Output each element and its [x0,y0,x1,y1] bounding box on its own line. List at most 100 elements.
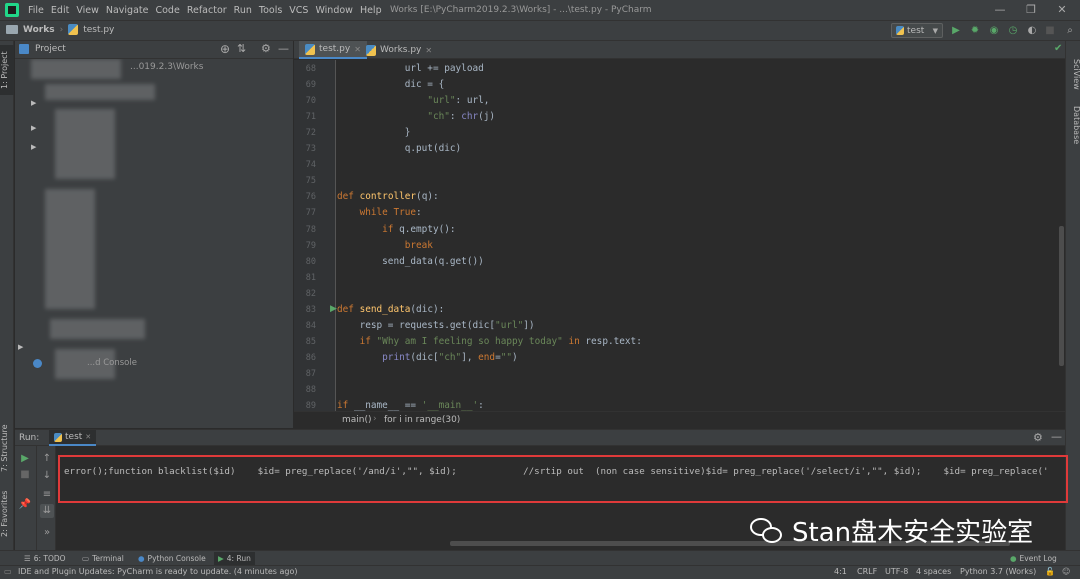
menu-code[interactable]: Code [155,5,179,16]
close-window-button[interactable]: ✕ [1049,2,1075,18]
stop-icon[interactable]: ■ [18,468,32,482]
scroll-to-end-icon[interactable]: ⇊ [40,504,54,518]
tab-run[interactable]: ▶ 4: Run [214,552,255,565]
python-interpreter[interactable]: Python 3.7 (Works) [960,567,1036,576]
menu-edit[interactable]: Edit [51,5,69,16]
caret-position[interactable]: 4:1 [834,567,847,576]
stop-icon[interactable]: ■ [1043,24,1057,38]
locate-icon[interactable]: ⊕ [220,42,230,56]
tree-expand-icon[interactable]: ▶ [31,99,36,107]
tree-expand-icon[interactable]: ▶ [31,143,36,151]
menu-window[interactable]: Window [315,5,352,16]
rerun-icon[interactable]: ▶ [18,452,32,466]
pin-icon[interactable]: 📌 [18,498,32,512]
structure-tool-tab[interactable]: 7: Structure [0,421,14,476]
menu-vcs[interactable]: VCS [289,5,308,16]
tab-works-py[interactable]: Works.py ✕ [360,41,438,59]
line-separator[interactable]: CRLF [857,567,877,576]
inspector-icon[interactable]: ☺ [1062,567,1070,576]
database-tool-tab[interactable]: Database [1067,106,1080,156]
lock-icon[interactable]: 🔓 [1045,567,1055,576]
profile-icon[interactable]: ◷ [1006,24,1020,38]
title-bar: File Edit View Navigate Code Refactor Ru… [0,0,1080,21]
run-icon[interactable]: ▶ [949,24,963,38]
indent-setting[interactable]: 4 spaces [916,567,951,576]
close-icon[interactable]: ✕ [425,46,432,55]
debug-icon[interactable]: ✹ [968,24,982,38]
python-run-icon [54,432,62,442]
line-number: 68 [305,64,316,74]
editor-scrollbar[interactable] [1059,226,1064,366]
inspection-ok-icon[interactable]: ✔ [1054,43,1062,54]
breadcrumb-main[interactable]: main() [342,415,372,425]
pycharm-logo-icon [5,3,19,17]
breadcrumb-project[interactable]: Works [23,25,55,35]
settings-icon[interactable]: ⚙ [261,42,271,55]
menu-refactor[interactable]: Refactor [187,5,227,16]
tab-todo[interactable]: ☰ 6: TODO [20,552,70,565]
project-panel-title[interactable]: Project [35,44,66,54]
sciview-tool-tab[interactable]: SciView [1067,59,1080,99]
run-icon: ▶ [218,554,224,563]
breadcrumb: Works › test.py [6,24,114,35]
close-icon[interactable]: ✕ [85,433,91,441]
menu-tools[interactable]: Tools [259,5,282,16]
coverage-icon[interactable]: ◉ [987,24,1001,38]
code-line: while True: [359,207,422,219]
run-gutter-icon[interactable]: ▶ [330,304,337,314]
concurrency-icon[interactable]: ◐ [1025,24,1039,38]
breadcrumb-file[interactable]: test.py [83,25,114,35]
code-line: break [404,239,433,251]
line-number: 76 [305,192,316,203]
hide-icon[interactable]: — [278,42,289,55]
python-run-icon [896,26,904,35]
soft-wrap-icon[interactable]: ≡ [40,488,54,502]
scroll-up-icon[interactable]: ↑ [40,452,54,466]
tab-label: Works.py [380,45,422,55]
file-encoding[interactable]: UTF-8 [885,567,908,576]
tree-expand-icon[interactable]: ▶ [18,343,23,351]
menu-view[interactable]: View [76,5,99,16]
minimize-button[interactable]: — [987,2,1013,18]
menu-run[interactable]: Run [234,5,252,16]
status-message[interactable]: IDE and Plugin Updates: PyCharm is ready… [18,567,297,576]
project-tree: ...019.2.3\Works ▶ ▶ ▶ ▶ ...d Console [15,59,293,428]
tab-test-py[interactable]: test.py ✕ [299,41,367,59]
code-line: "ch": chr(j) [427,111,496,123]
line-number: 88 [305,385,316,395]
chevron-down-icon: ▼ [932,26,938,35]
window-title: Works [E:\PyCharm2019.2.3\Works] - ...\t… [390,5,652,15]
tab-python-console[interactable]: ● Python Console [134,552,210,565]
collapse-all-icon[interactable]: ⇅ [237,42,246,55]
run-tab-label: test [65,432,83,442]
run-tab-test[interactable]: test ✕ [49,430,97,446]
line-number: 78 [305,224,316,235]
event-log-button[interactable]: ● Event Log [1006,552,1061,565]
python-file-icon [305,43,315,55]
scratches-and-consoles-item[interactable]: ...d Console [87,358,137,368]
tab-terminal[interactable]: ▭ Terminal [78,552,128,565]
project-root-path[interactable]: ...019.2.3\Works [130,62,203,72]
menu-file[interactable]: File [28,5,44,16]
menu-help[interactable]: Help [360,5,382,16]
code-editor[interactable]: url += payload dic = { "url": url, "ch":… [337,60,1058,411]
favorites-tool-tab[interactable]: 2: Favorites [0,486,14,541]
tab-label: test.py [319,44,351,54]
settings-icon[interactable]: ⚙ [1033,431,1043,444]
expand-icon[interactable]: » [40,526,54,540]
status-icon: ▭ [4,567,12,576]
tree-expand-icon[interactable]: ▶ [31,124,36,132]
scroll-down-icon[interactable]: ↓ [40,469,54,483]
search-icon[interactable]: ⌕ [1063,24,1077,38]
maximize-button[interactable]: ❐ [1018,2,1044,18]
breadcrumb-for-loop[interactable]: for i in range(30) [384,415,460,425]
line-number: 86 [305,352,316,363]
hide-icon[interactable]: — [1051,430,1062,443]
project-panel: Project ⊕ ⇅ ⚙ — ...019.2.3\Works ▶ ▶ ▶ ▶… [15,41,293,428]
terminal-icon: ▭ [82,554,90,563]
left-tool-strip: 1: Project 7: Structure 2: Favorites [0,41,14,550]
project-tool-tab[interactable]: 1: Project [0,45,14,95]
run-toolbar-secondary: ↑ ↓ ≡ ⇊ » [37,446,56,550]
run-config-select[interactable]: test ▼ [891,23,943,38]
menu-navigate[interactable]: Navigate [106,5,149,16]
